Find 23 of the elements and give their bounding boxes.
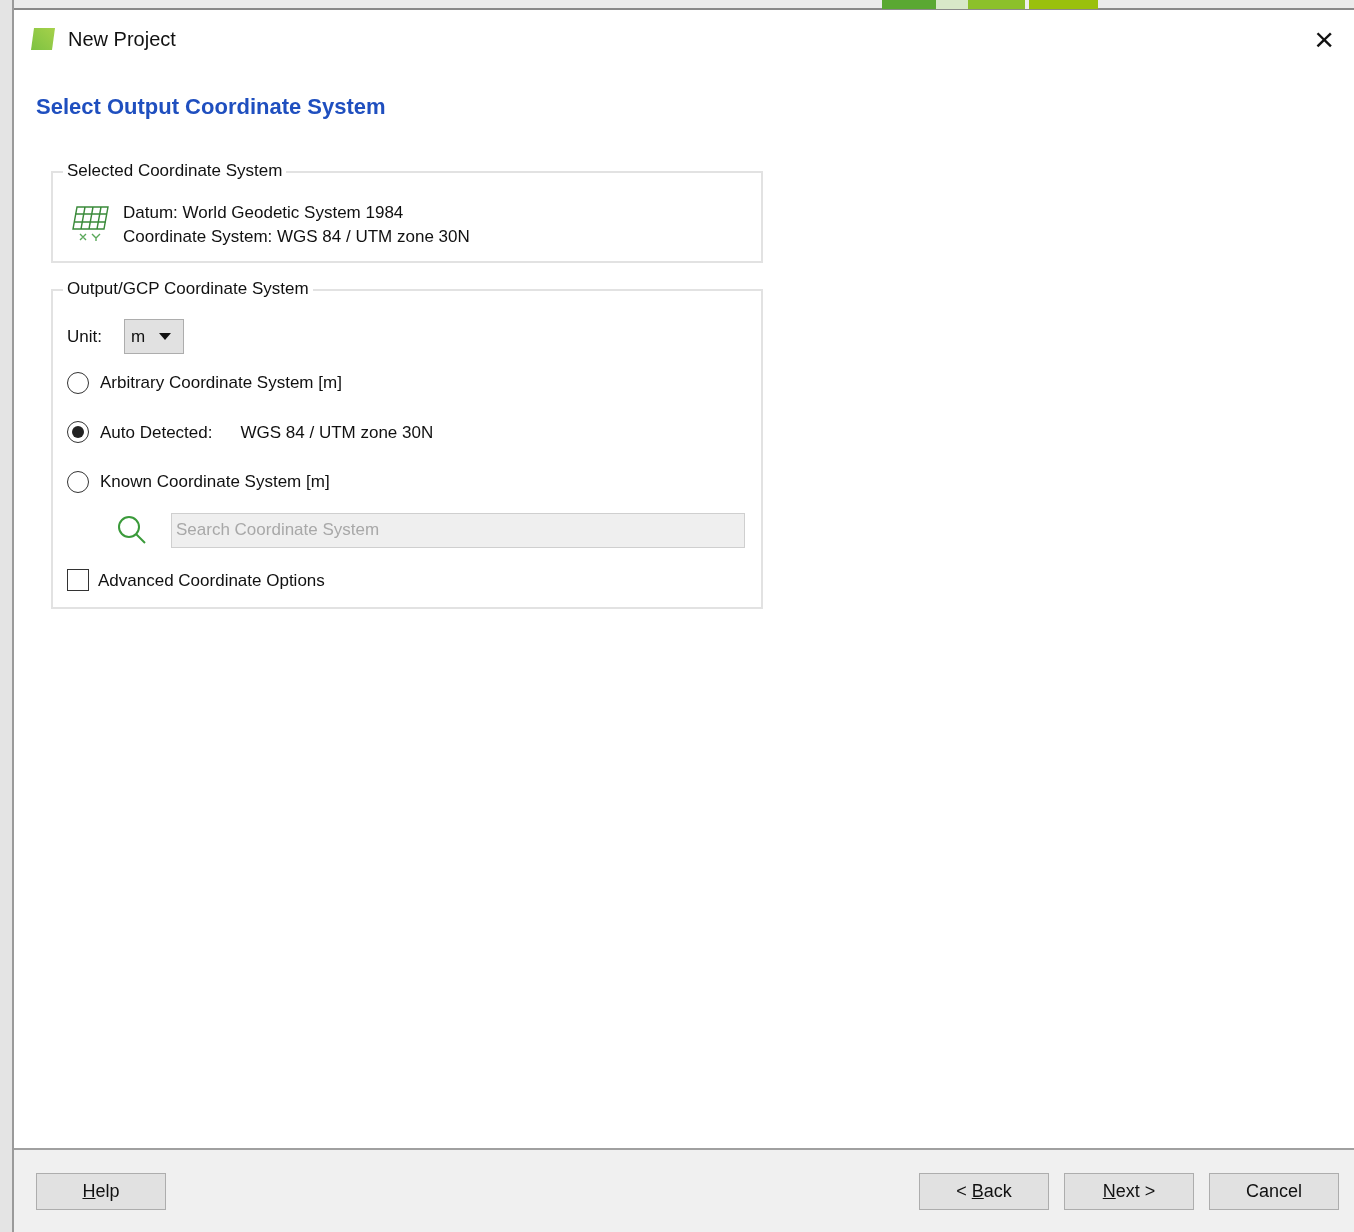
- radio-label[interactable]: Auto Detected:: [100, 419, 213, 445]
- detected-system-text: WGS 84 / UTM zone 30N: [240, 421, 434, 444]
- unit-label: Unit:: [67, 325, 102, 348]
- dialog-button[interactable]: < Back: [919, 1172, 1049, 1210]
- checkbox[interactable]: [67, 569, 89, 592]
- radio-label[interactable]: Known Coordinate System [m]: [100, 469, 330, 495]
- dialog-button[interactable]: Help: [36, 1172, 166, 1210]
- radio-button[interactable]: [67, 371, 89, 394]
- window-title: New Project: [68, 27, 176, 52]
- radio-label[interactable]: Arbitrary Coordinate System [m]: [100, 370, 342, 396]
- checkbox-label[interactable]: Advanced Coordinate Options: [98, 567, 325, 593]
- app-logo-icon: [30, 26, 56, 52]
- dialog-button[interactable]: Next >: [1064, 1172, 1194, 1210]
- radio-button[interactable]: [67, 470, 89, 493]
- info-text: Coordinate System: WGS 84 / UTM zone 30N: [123, 226, 470, 248]
- unit-dropdown[interactable]: m: [123, 319, 184, 354]
- close-button[interactable]: ×: [1310, 22, 1338, 56]
- info-text: Datum: World Geodetic System 1984: [123, 202, 405, 224]
- dropdown-caret-icon: [159, 333, 172, 340]
- dialog-button[interactable]: Cancel: [1209, 1172, 1339, 1210]
- radio-button[interactable]: [67, 421, 89, 444]
- search-icon: [117, 515, 147, 545]
- page-heading: Select Output Coordinate System: [36, 93, 387, 121]
